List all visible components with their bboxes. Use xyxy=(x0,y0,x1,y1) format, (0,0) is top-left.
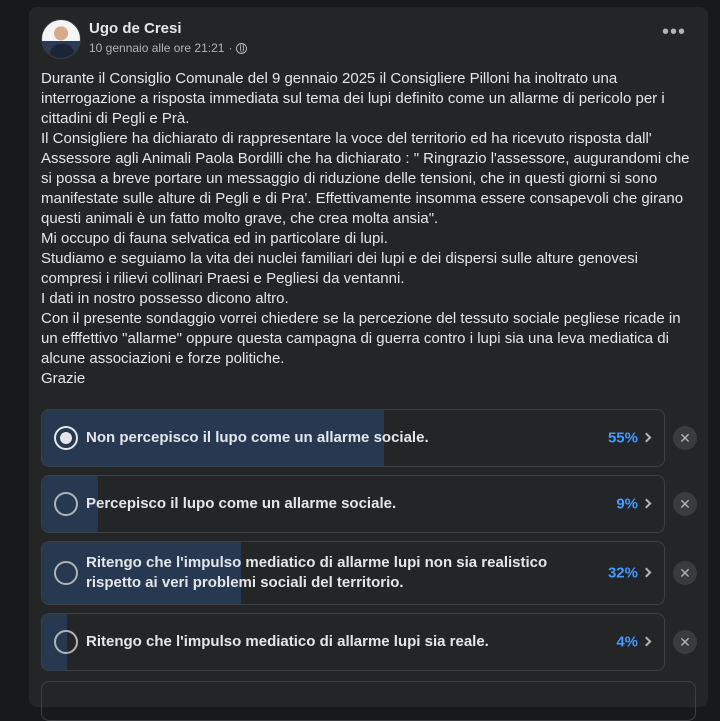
globe-icon[interactable] xyxy=(236,42,248,54)
chevron-right-icon[interactable] xyxy=(641,636,652,647)
poll-option-label: Non percepisco il lupo come un allarme s… xyxy=(86,429,429,446)
chevron-right-icon[interactable] xyxy=(641,432,652,443)
poll-option[interactable]: Ritengo che l'impulso mediatico di allar… xyxy=(41,541,665,605)
poll-option-percent: 55% xyxy=(607,429,638,447)
author-name[interactable]: Ugo de Cresi xyxy=(89,20,182,37)
poll-option-percent: 32% xyxy=(607,564,638,582)
radio-icon[interactable] xyxy=(54,426,78,450)
poll-option[interactable]: Percepisco il lupo come un allarme socia… xyxy=(41,475,665,533)
close-icon[interactable]: ✕ xyxy=(673,492,697,516)
radio-icon[interactable] xyxy=(54,492,78,516)
poll-option-label: Ritengo che l'impulso mediatico di allar… xyxy=(86,554,548,591)
radio-icon[interactable] xyxy=(54,630,78,654)
close-icon[interactable]: ✕ xyxy=(673,561,697,585)
radio-icon[interactable] xyxy=(54,561,78,585)
post-header: Ugo de Cresi 10 gennaio alle ore 21:21 ·… xyxy=(41,19,696,61)
post-card: Ugo de Cresi 10 gennaio alle ore 21:21 ·… xyxy=(29,7,708,721)
more-horizontal-icon[interactable]: ••• xyxy=(658,22,690,47)
poll-option[interactable]: Ritengo che l'impulso mediatico di allar… xyxy=(41,613,665,671)
poll-option-percent: 9% xyxy=(616,495,638,513)
post-timestamp[interactable]: 10 gennaio alle ore 21:21 xyxy=(89,41,224,55)
close-icon[interactable]: ✕ xyxy=(673,426,697,450)
poll-option-label: Ritengo che l'impulso mediatico di allar… xyxy=(86,633,489,650)
post-meta: 10 gennaio alle ore 21:21 · xyxy=(89,41,248,55)
meta-separator: · xyxy=(228,41,233,55)
close-icon[interactable]: ✕ xyxy=(673,630,697,654)
chevron-right-icon[interactable] xyxy=(641,498,652,509)
chevron-right-icon[interactable] xyxy=(641,567,652,578)
avatar[interactable] xyxy=(41,19,81,59)
poll-option[interactable]: Non percepisco il lupo come un allarme s… xyxy=(41,409,665,467)
add-option-field[interactable] xyxy=(41,681,696,721)
post-body: Durante il Consiglio Comunale del 9 genn… xyxy=(41,70,690,387)
poll-option-percent: 4% xyxy=(616,633,638,651)
poll-option-label: Percepisco il lupo come un allarme socia… xyxy=(86,495,397,512)
